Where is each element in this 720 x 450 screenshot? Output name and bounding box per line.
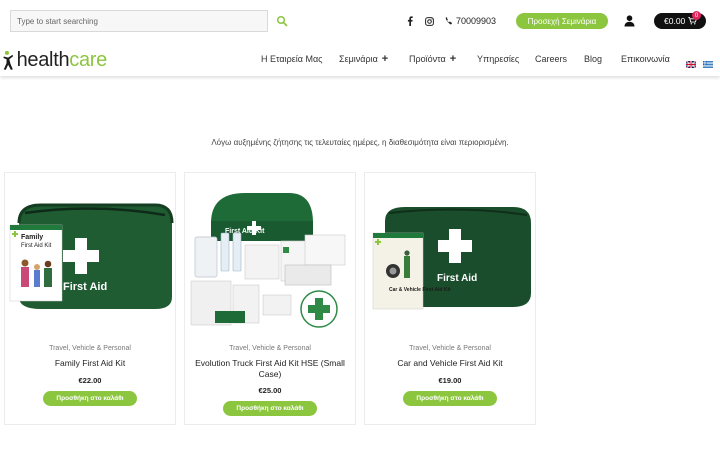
logo-care-text: care <box>69 48 107 71</box>
uk-flag-icon <box>685 60 697 69</box>
product-image: First Aid Kit <box>190 193 346 328</box>
user-icon <box>624 15 635 27</box>
nav-item-label: Blog <box>584 54 603 64</box>
product-price: €22.00 <box>78 376 102 385</box>
search-input[interactable] <box>11 11 267 32</box>
card-car-vehicle-label: Car & Vehicle First Aid Kit <box>389 287 451 293</box>
facebook-icon <box>407 16 413 26</box>
nav-item-label: Η Εταιρεία Μας <box>261 54 323 64</box>
nav-item-services[interactable]: Υπηρεσίες <box>477 54 519 64</box>
add-to-cart-button[interactable]: Προσθήκη στο καλάθι <box>403 391 497 406</box>
nav-item-label: Careers <box>535 54 568 64</box>
nav-item-blog[interactable]: Blog <box>584 54 602 64</box>
product-image-link[interactable]: First Aid Kit <box>185 181 355 331</box>
search-box[interactable] <box>10 10 268 32</box>
nav-item-label: Υπηρεσίες <box>477 54 520 64</box>
search-icon <box>276 15 288 27</box>
product-price: €25.00 <box>258 386 282 395</box>
product-image-link[interactable]: First Aid Family First Aid Kit <box>5 181 175 331</box>
product-name-link[interactable]: Evolution Truck First Aid Kit HSE (Small… <box>193 358 347 380</box>
product-card: First Aid Kit Travel, Vehicle & Personal… <box>184 172 356 425</box>
product-category: Travel, Vehicle & Personal <box>409 345 491 352</box>
add-to-cart-button[interactable]: Προσθήκη στο καλάθι <box>223 401 317 416</box>
upcoming-seminars-button[interactable]: Προσεχή Σεμινάρια <box>516 13 608 29</box>
plus-icon: + <box>381 52 389 65</box>
product-name-link[interactable]: Car and Vehicle First Aid Kit <box>373 358 527 369</box>
main-navigation: healthcare Η Εταιρεία Μας Σεμινάρια + Πρ… <box>0 44 720 76</box>
language-greek[interactable] <box>703 55 713 68</box>
product-image-link[interactable]: First Aid Car & Vehicle First Aid Kit <box>365 181 535 331</box>
product-price: €19.00 <box>438 376 462 385</box>
card-family-label: Family <box>21 234 43 241</box>
phone-contact[interactable]: 70009903 <box>445 14 496 28</box>
add-to-cart-button[interactable]: Προσθήκη στο καλάθι <box>43 391 137 406</box>
product-category: Travel, Vehicle & Personal <box>229 345 311 352</box>
greek-flag-icon <box>703 61 713 68</box>
nav-item-label: Επικοινωνία <box>621 54 670 64</box>
kit-bag-label: First Aid <box>63 281 107 293</box>
logo-wordmark: healthcare <box>16 48 108 72</box>
search-button[interactable] <box>276 14 288 27</box>
phone-icon <box>445 17 452 25</box>
nav-item-label: Σεμινάρια <box>339 54 378 64</box>
facebook-link[interactable] <box>405 15 415 27</box>
product-card: First Aid Family First Aid Kit Travel, V… <box>4 172 176 425</box>
product-name-link[interactable]: Family First Aid Kit <box>13 358 167 369</box>
healthcare-logo[interactable]: healthcare <box>3 46 107 74</box>
nav-item-products[interactable]: Προϊόντα + <box>409 52 457 65</box>
nav-item-careers[interactable]: Careers <box>535 54 567 64</box>
instagram-icon <box>424 16 434 26</box>
card-first-aid-kit-label: First Aid Kit <box>21 243 52 249</box>
nav-item-label: Προϊόντα <box>409 54 446 64</box>
nav-item-contact[interactable]: Επικοινωνία <box>621 54 670 64</box>
logo-figure-icon <box>3 50 14 70</box>
language-english[interactable] <box>685 55 697 69</box>
phone-number: 70009903 <box>456 16 497 26</box>
account-link[interactable] <box>624 14 635 27</box>
nav-item-company[interactable]: Η Εταιρεία Μας <box>261 54 323 64</box>
availability-notice: Λόγω αυξημένης ζήτησης τις τελευταίες ημ… <box>211 138 509 147</box>
cart-count-badge: 0 <box>692 11 701 20</box>
product-image: First Aid Family First Aid Kit <box>9 203 174 309</box>
product-image: First Aid Car & Vehicle First Aid Kit <box>372 207 531 310</box>
top-bar: 70009903 Προσεχή Σεμινάρια €0.00 0 <box>0 0 720 44</box>
instagram-link[interactable] <box>424 15 434 27</box>
kit-bag-label: First Aid <box>437 273 477 284</box>
cart-total: €0.00 <box>664 16 686 26</box>
logo-health-text: health <box>16 48 70 71</box>
product-card: First Aid Car & Vehicle First Aid Kit Tr… <box>364 172 536 425</box>
product-category: Travel, Vehicle & Personal <box>49 345 131 352</box>
plus-icon: + <box>449 52 457 65</box>
nav-item-seminars[interactable]: Σεμινάρια + <box>339 52 389 65</box>
